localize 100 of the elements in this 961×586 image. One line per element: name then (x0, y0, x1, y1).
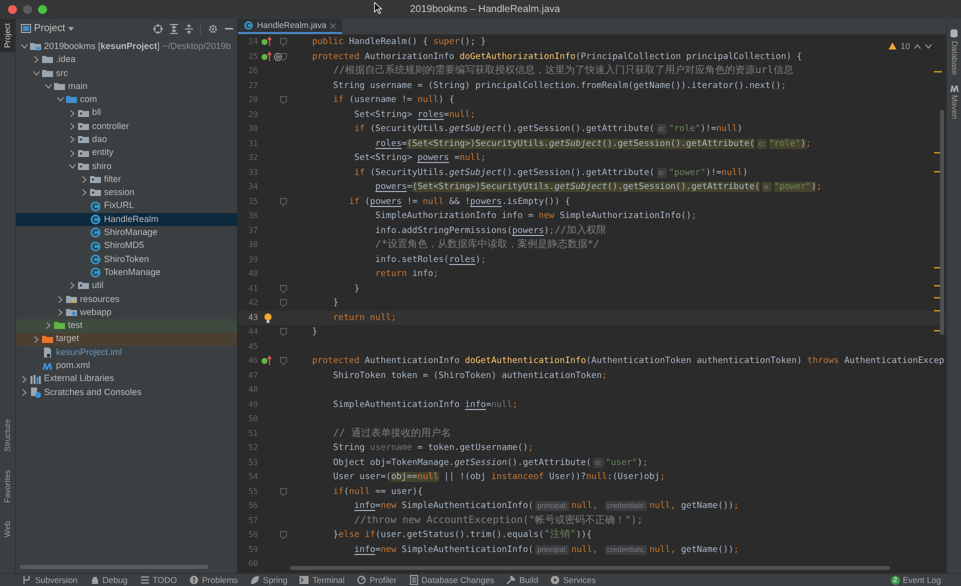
tree-item[interactable]: ShiroMD5 (16, 239, 237, 253)
tool-window-tab[interactable]: Maven (950, 85, 958, 120)
tree-item[interactable]: 2019bookms [kesunProject] ~/Desktop/2019b (16, 40, 237, 54)
tree-item[interactable]: kesunProject.iml (16, 346, 237, 360)
code-line: if(null == user){ (332, 486, 423, 499)
folder-icon (42, 54, 53, 66)
tool-window-button[interactable]: Profiler (356, 574, 397, 586)
project-view-dropdown[interactable]: Project (34, 21, 74, 36)
fold-icon[interactable] (280, 531, 287, 540)
tree-item[interactable]: dao (16, 133, 237, 146)
code-line: if (username != null) { (332, 94, 454, 108)
tool-window-tab[interactable]: Project (0, 19, 15, 52)
code-line: }else if(user.getStatus().trim().equals("注销")){ (332, 528, 592, 542)
folder-icon (78, 160, 89, 172)
letter-m-icon (42, 360, 53, 372)
fold-icon[interactable] (280, 328, 287, 336)
tool-window-tab[interactable]: Structure (0, 415, 15, 456)
crosshair-icon[interactable] (153, 24, 163, 34)
tree-item[interactable]: External Libraries (16, 372, 237, 386)
fold-icon[interactable] (280, 96, 287, 104)
tree-item[interactable]: com (16, 93, 237, 106)
tool-window-button[interactable]: Services (550, 574, 596, 586)
tree-item[interactable]: util (16, 279, 237, 293)
class-icon (90, 214, 101, 225)
class-icon (244, 21, 253, 30)
implements-icon (261, 50, 283, 63)
tool-window-button[interactable]: Debug (90, 574, 128, 586)
folder-icon (78, 280, 89, 292)
line-number: 47 (247, 370, 258, 382)
tree-item[interactable]: shiro (16, 160, 237, 173)
tool-window-button[interactable]: Spring (250, 574, 288, 586)
fold-icon[interactable] (280, 52, 287, 61)
tree-item[interactable]: TokenManage (16, 266, 237, 280)
expand-all-icon[interactable] (170, 24, 178, 34)
close-button[interactable] (8, 5, 17, 14)
tree-item[interactable]: pom.xml (16, 359, 237, 372)
tool-window-tab[interactable]: Database (950, 29, 958, 76)
tree-item[interactable]: test (16, 319, 237, 333)
tree-item[interactable]: FixURL (16, 200, 237, 213)
line-number: 31 (247, 138, 258, 150)
fold-icon[interactable] (280, 357, 287, 366)
line-number: 59 (247, 544, 258, 556)
tool-window-button[interactable]: TODO (140, 574, 177, 586)
folder-icon (90, 174, 101, 186)
class-icon (90, 200, 101, 212)
tool-window-button[interactable]: Terminal (299, 574, 345, 586)
zoom-button[interactable] (38, 5, 47, 14)
tool-window-tab[interactable]: Web (0, 516, 15, 541)
tree-item[interactable]: main (16, 80, 237, 94)
tree-item[interactable]: src (16, 66, 237, 80)
tool-window-button[interactable]: Database Changes (408, 574, 494, 586)
line-number: 39 (247, 254, 258, 266)
tree-item[interactable]: controller (16, 120, 237, 134)
implements-icon (261, 355, 273, 368)
minimize-icon[interactable] (225, 28, 233, 30)
bug-icon (90, 575, 100, 585)
tree-item[interactable]: ShiroManage (16, 226, 237, 240)
tool-window-button[interactable]: Problems (189, 574, 238, 586)
folder-icon (54, 320, 65, 332)
line-number: 27 (247, 80, 258, 92)
minimize-button[interactable] (23, 5, 32, 14)
settings-icon[interactable] (208, 24, 218, 34)
tool-window-button[interactable]: Build (506, 574, 538, 586)
fold-icon[interactable] (280, 488, 287, 496)
fold-icon[interactable] (280, 38, 287, 46)
window-title: 2019bookms – HandleRealm.java (410, 3, 560, 17)
code-line: } (332, 297, 338, 310)
tree-item[interactable]: .idea (16, 53, 237, 67)
tool-window-tab[interactable]: Favorites (0, 466, 15, 507)
collapse-all-icon[interactable] (185, 24, 193, 34)
fold-icon[interactable] (280, 299, 287, 308)
tree-item[interactable]: session (16, 186, 237, 200)
tree-item[interactable]: filter (16, 172, 237, 186)
code-line: //根据自己系统规则的需要编写获取授权信息，这里为了快速入门只获取了用户对应角色的资源url信息 (332, 64, 794, 78)
tree-item[interactable]: ShiroToken (16, 252, 237, 266)
code-line: /*设置角色，从数据库中读取，案例是静态数据*/ (374, 238, 600, 252)
folder-icon (42, 334, 53, 345)
previous-icon[interactable] (914, 44, 921, 49)
fold-icon[interactable] (280, 198, 287, 206)
horizontal-scrollbar[interactable] (290, 566, 890, 570)
code-line: Set<String> powers =null; (353, 152, 486, 166)
tree-item[interactable]: webapp (16, 306, 237, 320)
line-number: 60 (247, 558, 258, 570)
close-icon[interactable] (330, 22, 336, 28)
editor-tab[interactable]: HandleRealm.java (238, 19, 342, 34)
line-number: 37 (247, 224, 258, 237)
tree-item[interactable]: HandleRealm (16, 212, 237, 226)
next-icon[interactable] (925, 44, 932, 49)
tree-item[interactable]: entity (16, 146, 237, 160)
tree-item[interactable]: target (16, 332, 237, 346)
warning-count[interactable]: 10 (900, 40, 910, 53)
tree-item[interactable]: resources (16, 292, 237, 306)
tree-item[interactable]: Scratches and Consoles (16, 386, 237, 400)
fold-icon[interactable] (280, 284, 287, 293)
class-icon (90, 254, 101, 265)
code-line: String username = (String) principalCollection.fromRealm(getName()).iterator().next(); (332, 80, 786, 93)
scrollbar-thumb[interactable] (940, 110, 944, 335)
file-icon (42, 346, 53, 358)
tool-window-button[interactable]: Subversion (22, 574, 78, 586)
tree-item[interactable]: bll (16, 106, 237, 120)
